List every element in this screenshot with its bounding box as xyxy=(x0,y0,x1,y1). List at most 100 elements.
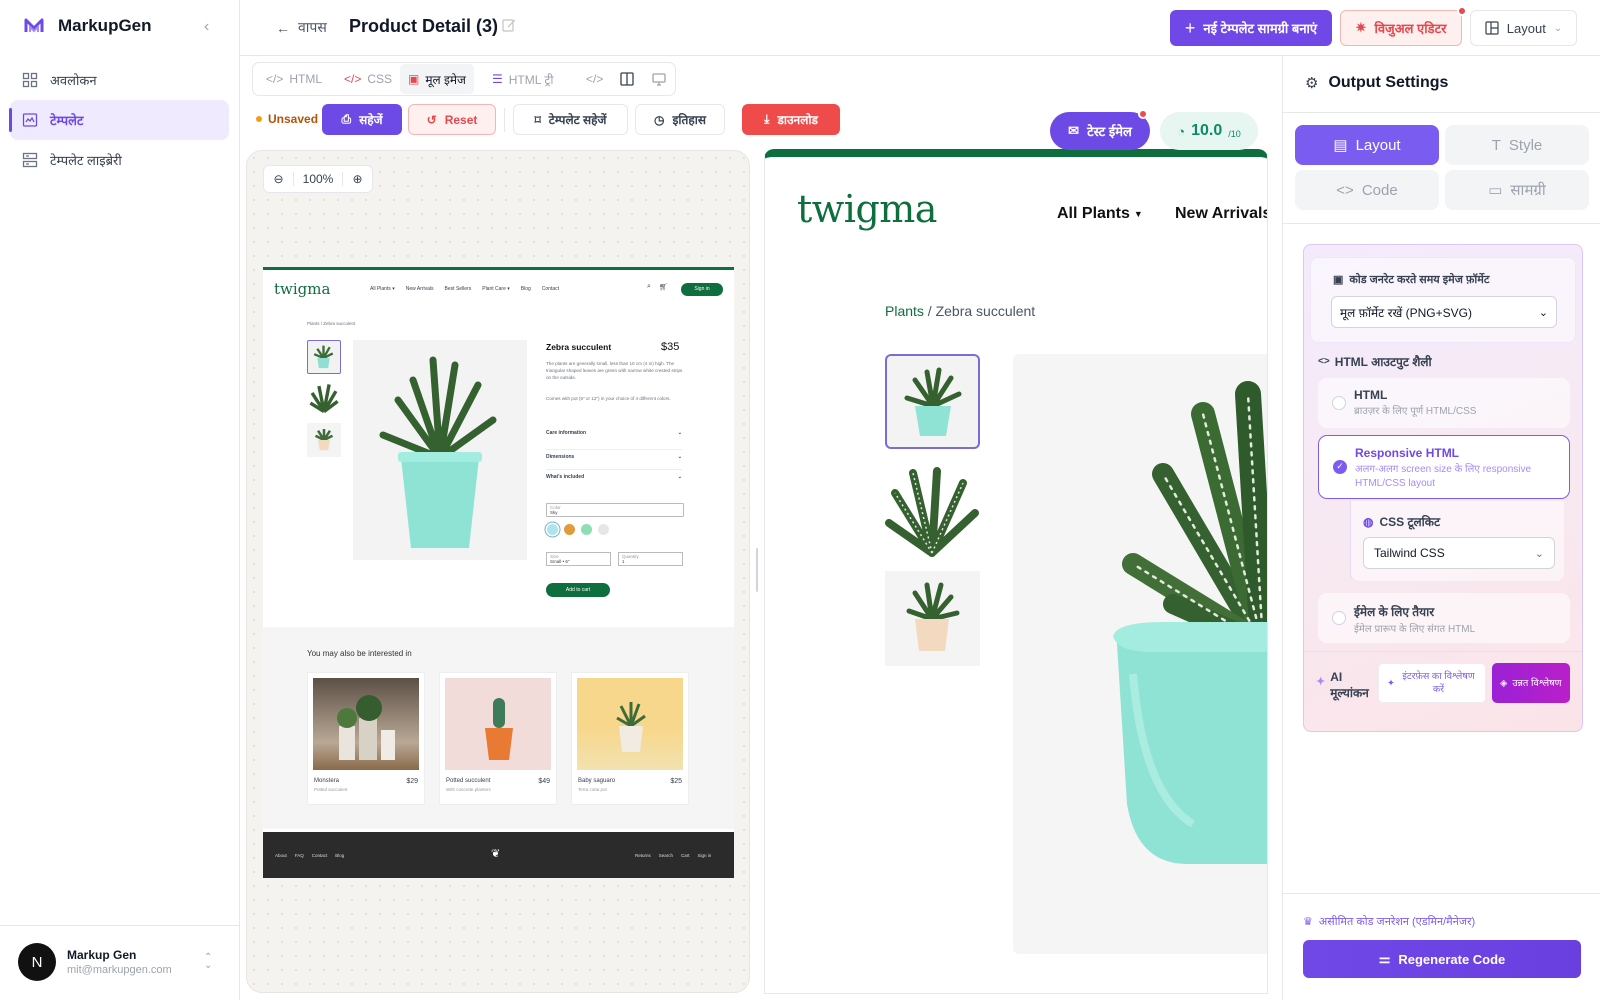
tab-label: मूल इमेज xyxy=(425,72,466,87)
regenerate-code-button[interactable]: ⚌ Regenerate Code xyxy=(1303,940,1581,978)
status-dot xyxy=(256,116,262,122)
chevron-down-icon: ⌄ xyxy=(1534,547,1544,560)
mini-nav-item: Plant Care ▾ xyxy=(482,286,510,292)
mini-thumb xyxy=(307,340,341,374)
radio-responsive-checked-icon[interactable]: ✓ xyxy=(1333,460,1347,474)
image-format-select[interactable]: मूल फ़ॉर्मेट रखें (PNG+SVG) ⌄ xyxy=(1331,296,1557,328)
tab-css[interactable]: </> CSS xyxy=(336,64,400,94)
mini-swatch xyxy=(581,524,592,535)
css-toolkit-group: ◍ CSS टूलकिट Tailwind CSS ⌄ xyxy=(1350,501,1564,581)
save-template-button[interactable]: ⌑ टेम्पलेट सहेजें xyxy=(513,104,628,135)
sparkle-icon: ✷ xyxy=(1355,20,1367,35)
reset-button[interactable]: ↺ Reset xyxy=(408,104,496,135)
save-button[interactable]: ⎙ सहेजें xyxy=(322,104,402,135)
avatar: N xyxy=(18,943,56,981)
ai-evaluation-label: AI मूल्यांकन xyxy=(1330,670,1369,700)
option-responsive-html[interactable]: ✓ Responsive HTML अलग-अलग screen size के… xyxy=(1318,435,1570,499)
unlimited-label: असीमित कोड जनरेशन (एडमिन/मैनेजर) xyxy=(1318,916,1476,928)
sidebar-item-overview[interactable]: अवलोकन xyxy=(10,60,229,100)
back-button[interactable]: ← वापस xyxy=(276,18,327,37)
tab-html-tree[interactable]: ☰ HTML ट्री xyxy=(484,64,561,94)
edit-title-icon[interactable] xyxy=(502,18,516,32)
score-value: 10.0 xyxy=(1191,122,1223,139)
user-email: mit@markupgen.com xyxy=(67,964,172,976)
desktop-view-button[interactable] xyxy=(644,64,674,94)
mini-breadcrumb: Plants / Zebra succulent xyxy=(307,321,356,326)
mini-related-name: Baby saguaro xyxy=(578,778,616,784)
download-button[interactable]: ⤓ डाउनलोड xyxy=(742,104,840,135)
mini-thumb xyxy=(307,423,341,457)
mini-related-card: Baby saguaro $25 Terra cotta pot xyxy=(571,672,689,805)
resize-handle[interactable] xyxy=(756,548,758,592)
css-toolkit-select[interactable]: Tailwind CSS ⌄ xyxy=(1363,537,1555,569)
tab-style[interactable]: T Style xyxy=(1445,125,1589,165)
tab-content[interactable]: ▭ सामग्री xyxy=(1445,170,1589,210)
new-template-content-button[interactable]: + नई टेम्पलेट सामग्री बनाएं xyxy=(1170,10,1332,46)
markupgen-logo-icon xyxy=(24,16,44,36)
zoom-control: ⊖ 100% ⊕ xyxy=(263,165,373,193)
tab-code-view[interactable]: </> xyxy=(578,64,611,94)
mini-footer-link: Sign in xyxy=(697,853,712,858)
preview-breadcrumb-link[interactable]: Plants xyxy=(885,303,924,319)
css-toolkit-value: Tailwind CSS xyxy=(1374,546,1445,560)
preview-thumb-2[interactable] xyxy=(885,463,980,558)
tab-label: Layout xyxy=(1355,136,1401,154)
zoom-level: 100% xyxy=(302,172,334,186)
preview-thumb-1[interactable] xyxy=(885,354,980,449)
settings-card: ▣ कोड जनरेट करते समय इमेज फ़ॉर्मेट मूल फ… xyxy=(1303,244,1583,732)
zoom-in-icon[interactable]: ⊕ xyxy=(342,172,372,186)
top-bar: ← वापस Product Detail (3) + नई टेम्पलेट … xyxy=(240,0,1600,56)
layout-dropdown[interactable]: Layout ⌄ xyxy=(1470,10,1577,46)
layers-icon: ◈ xyxy=(1500,677,1508,689)
tab-layout[interactable]: ▤ Layout xyxy=(1295,125,1439,165)
option-email-ready[interactable]: ईमेल के लिए तैयार ईमेल प्रारूप के लिए सं… xyxy=(1318,593,1570,643)
tab-code[interactable]: <> Code xyxy=(1295,170,1439,210)
preview-logo[interactable]: twigma xyxy=(797,187,937,231)
tree-icon: ☰ xyxy=(492,72,503,86)
expand-user-menu-icon[interactable]: ⌃ ⌄ xyxy=(204,953,212,971)
mini-related-card: Potted succulent $49 With concrete plante… xyxy=(439,672,557,805)
preview-nav-label: All Plants xyxy=(1057,205,1130,222)
layout-icon: ▤ xyxy=(1333,137,1348,154)
reset-icon: ↺ xyxy=(426,112,437,127)
mail-icon: ✉ xyxy=(1068,123,1080,138)
mini-product-name: Zebra succulent xyxy=(546,342,612,352)
plus-icon: + xyxy=(1184,17,1196,38)
app-brand[interactable]: MarkupGen xyxy=(24,16,152,36)
sidebar-item-template-library[interactable]: टेम्पलेट लाइब्रेरी xyxy=(10,140,229,180)
radio-html[interactable] xyxy=(1332,396,1346,410)
output-settings-panel: ⚙ Output Settings ▤ Layout T Style <> Code … xyxy=(1282,56,1600,1000)
sidebar-item-templates[interactable]: टेम्पलेट xyxy=(9,100,229,140)
mini-thumb xyxy=(307,380,341,416)
advanced-analysis-button[interactable]: ◈ उन्नत विश्लेषण xyxy=(1492,663,1570,703)
split-view-button[interactable] xyxy=(612,64,642,94)
tab-original-image[interactable]: ▣ मूल इमेज xyxy=(400,64,474,94)
preview-nav-new-arrivals[interactable]: New Arrivals xyxy=(1175,205,1267,223)
user-card[interactable]: N Markup Gen mit@markupgen.com ⌃ ⌄ xyxy=(0,925,240,1000)
save-label: सहेजें xyxy=(359,113,383,127)
mini-accordion: Care information xyxy=(546,430,587,436)
option-title: HTML xyxy=(1354,388,1388,402)
radio-email[interactable] xyxy=(1332,611,1346,625)
mini-related-name: Potted succulent xyxy=(446,778,491,784)
mini-price: $35 xyxy=(661,341,680,353)
image-format-label: कोड जनरेट करते समय इमेज फ़ॉर्मेट xyxy=(1349,274,1490,286)
tab-html[interactable]: </> HTML xyxy=(258,64,330,94)
preview-thumb-3[interactable] xyxy=(885,571,980,666)
history-button[interactable]: ◷ इतिहास xyxy=(635,104,725,135)
preview-nav-all-plants[interactable]: All Plants ▼ xyxy=(1057,205,1143,223)
zoom-out-icon[interactable]: ⊖ xyxy=(264,172,294,186)
mini-color-value: Sky xyxy=(550,510,558,515)
collapse-sidebar-icon[interactable]: ‹ xyxy=(204,18,209,36)
tab-label: CSS xyxy=(367,72,393,86)
mini-related-card: Monstera $29 Potted succulent xyxy=(307,672,425,805)
test-email-button[interactable]: ✉ टेस्ट ईमेल xyxy=(1050,109,1150,150)
visual-editor-button[interactable]: ✷ विजुअल एडिटर xyxy=(1340,6,1467,46)
text-icon: T xyxy=(1491,136,1501,154)
tab-label: HTML xyxy=(289,72,323,86)
analyze-interface-button[interactable]: ✦ इंटरफ़ेस का विश्लेषण करें xyxy=(1378,663,1486,703)
option-html[interactable]: HTML ब्राउज़र के लिए पूर्ण HTML/CSS xyxy=(1318,378,1570,428)
score-badge[interactable]: ◔ 10.0 /10 xyxy=(1160,112,1258,150)
chevron-down-icon: ⌄ xyxy=(1553,22,1563,34)
tab-label: Code xyxy=(1361,181,1398,199)
